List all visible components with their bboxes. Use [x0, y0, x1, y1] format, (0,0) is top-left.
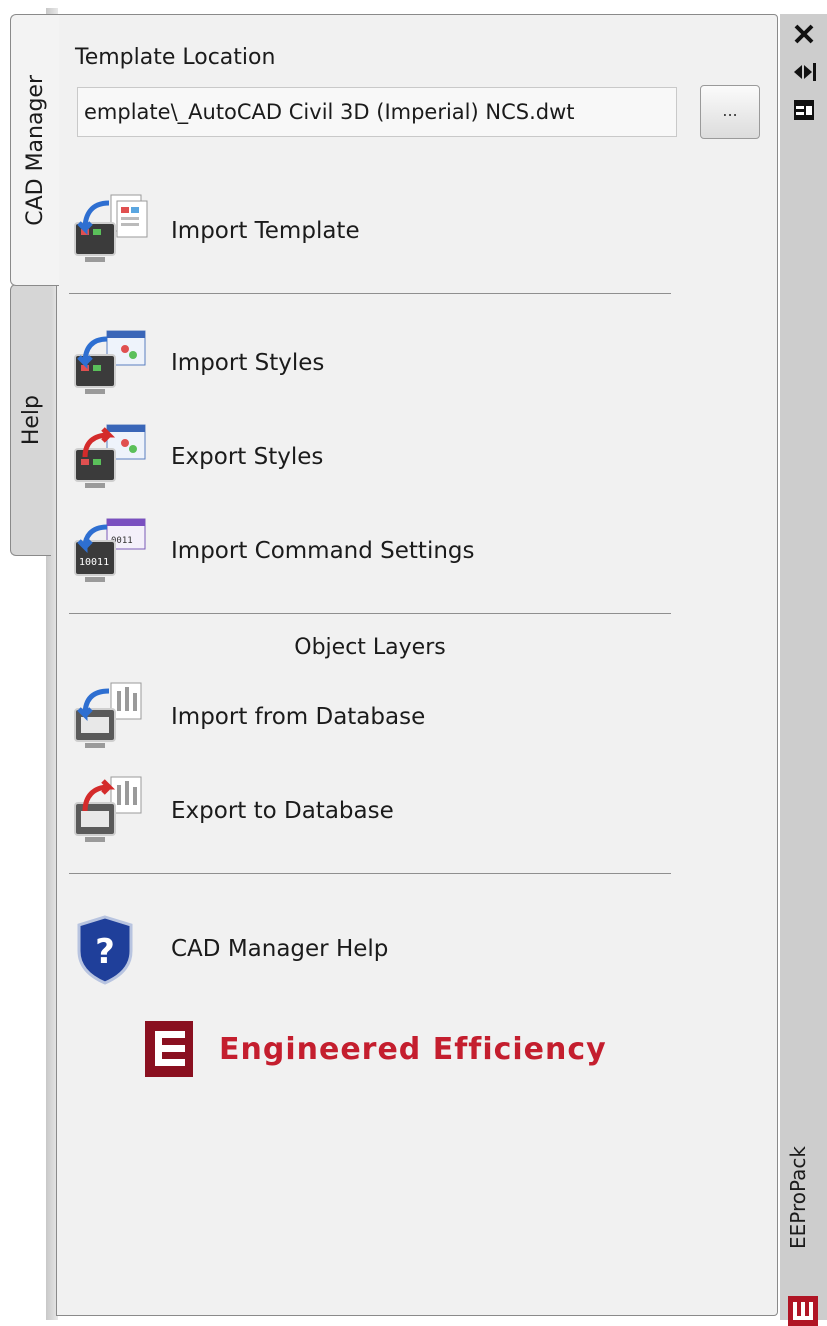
import-command-settings-icon: 0011 10011	[74, 518, 146, 582]
separator	[69, 613, 671, 614]
import-template-button[interactable]: Import Template	[71, 193, 360, 269]
cad-manager-help-button[interactable]: ? CAD Manager Help	[71, 911, 388, 987]
tab-help-label: Help	[18, 394, 44, 446]
tab-cad-manager-label: CAD Manager	[22, 74, 48, 226]
svg-text:?: ?	[95, 932, 115, 972]
import-template-label: Import Template	[171, 218, 360, 244]
export-styles-label: Export Styles	[171, 444, 324, 470]
properties-icon[interactable]	[790, 96, 818, 124]
object-layers-heading: Object Layers	[294, 635, 446, 660]
separator	[69, 293, 671, 294]
cad-manager-help-label: CAD Manager Help	[171, 936, 389, 962]
cad-manager-panel: Template Location emplate\_AutoCAD Civil…	[56, 14, 778, 1316]
import-from-database-label: Import from Database	[171, 704, 426, 730]
import-styles-label: Import Styles	[171, 350, 325, 376]
help-shield-icon: ?	[77, 915, 133, 985]
engineered-efficiency-logo	[145, 1021, 193, 1077]
import-command-settings-label: Import Command Settings	[171, 538, 475, 564]
palette-window: Help Template Location emplate\_AutoCAD …	[0, 0, 827, 1326]
import-from-database-icon	[74, 682, 142, 748]
palette-title-bar: EEProPack	[780, 14, 827, 1326]
auto-hide-icon[interactable]	[790, 58, 818, 86]
template-path-field[interactable]: emplate\_AutoCAD Civil 3D (Imperial) NCS…	[77, 87, 677, 137]
export-to-database-label: Export to Database	[171, 798, 394, 824]
close-icon[interactable]	[790, 20, 818, 48]
browse-button[interactable]: ...	[700, 85, 760, 139]
brand-name: Engineered Efficiency	[219, 1031, 607, 1067]
svg-text:10011: 10011	[79, 557, 109, 568]
eepropack-logo-icon	[788, 1296, 818, 1326]
template-location-label: Template Location	[75, 45, 276, 70]
export-to-database-button[interactable]: Export to Database	[71, 773, 394, 849]
separator	[69, 873, 671, 874]
tab-cad-manager[interactable]: CAD Manager	[10, 14, 59, 286]
export-styles-icon	[74, 424, 146, 488]
import-command-settings-button[interactable]: 0011 10011 Import Command Settings	[71, 513, 475, 589]
import-styles-button[interactable]: Import Styles	[71, 325, 324, 401]
import-from-database-button[interactable]: Import from Database	[71, 679, 425, 755]
tab-help[interactable]: Help	[10, 284, 51, 556]
import-template-icon	[74, 194, 148, 262]
engineered-efficiency-brand: Engineered Efficiency	[145, 1021, 607, 1077]
palette-title: EEProPack	[786, 1146, 810, 1249]
export-styles-button[interactable]: Export Styles	[71, 419, 323, 495]
import-styles-icon	[74, 330, 146, 394]
export-to-database-icon	[74, 776, 142, 842]
